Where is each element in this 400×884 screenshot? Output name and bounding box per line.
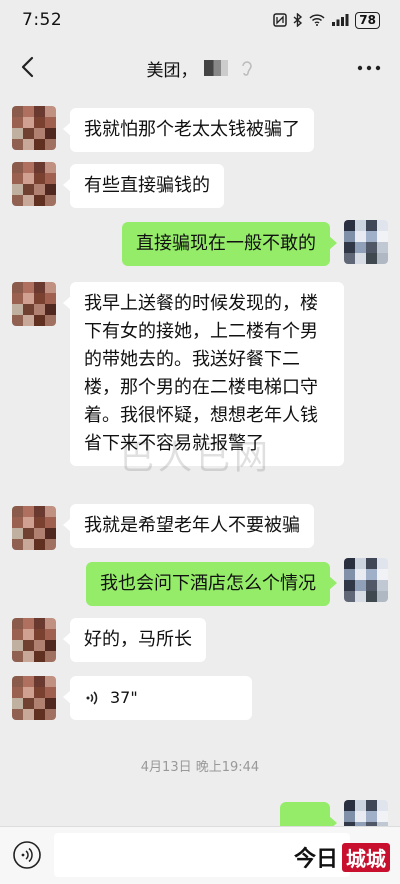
message-bubble-self[interactable]: 我也会问下酒店怎么个情况 <box>86 562 337 606</box>
input-bar: 今日 城城 <box>0 826 400 884</box>
message-bubble[interactable]: 我就是希望老年人不要被骗 <box>63 504 314 548</box>
status-bar: 7:52 78 <box>0 0 400 40</box>
message-bubble[interactable]: 好的，马所长 <box>63 618 206 662</box>
voice-wave-icon <box>86 691 98 705</box>
redacted-name <box>203 60 228 76</box>
self-avatar[interactable] <box>344 220 388 264</box>
message-timestamp: 4月13日 晚上19:44 <box>140 760 260 775</box>
back-arrow-icon[interactable] <box>14 52 44 82</box>
contact-avatar[interactable] <box>12 106 56 150</box>
chat-title: 美团， <box>147 56 254 81</box>
ear-icon <box>241 61 252 76</box>
bluetooth-icon <box>293 13 303 27</box>
status-time: 7:52 <box>22 10 63 30</box>
logo-seal: 城城 <box>342 842 390 872</box>
message-bubble-self[interactable]: 直接骗现在一般不敢的 <box>122 222 337 266</box>
signal-icon <box>332 14 349 26</box>
contact-avatar[interactable] <box>12 676 56 720</box>
battery-indicator: 78 <box>355 11 380 29</box>
chat-title-text: 美团， <box>146 60 198 81</box>
wifi-icon <box>309 14 325 26</box>
voice-duration: 37" <box>110 688 138 707</box>
news-logo: 今日 城城 <box>294 841 390 873</box>
nfc-icon <box>273 13 288 27</box>
message-bubble[interactable]: 我就怕那个老太太钱被骗了 <box>63 108 314 152</box>
message-bubble[interactable]: 我早上送餐的时候发现的，楼下有女的接她，上二楼有个男的带她去的。我送好餐下二楼，… <box>63 282 344 466</box>
self-avatar[interactable] <box>344 558 388 602</box>
message-bubble[interactable]: 有些直接骗钱的 <box>63 164 224 208</box>
logo-text: 今日 <box>293 846 338 872</box>
voice-input-icon[interactable] <box>12 840 42 870</box>
voice-message-bubble[interactable]: 37" <box>63 676 252 720</box>
more-options-icon[interactable] <box>356 58 382 78</box>
contact-avatar[interactable] <box>12 282 56 326</box>
chat-header: 美团， <box>0 40 400 96</box>
contact-avatar[interactable] <box>12 506 56 550</box>
contact-avatar[interactable] <box>12 162 56 206</box>
contact-avatar[interactable] <box>12 618 56 662</box>
status-icons: 78 <box>273 11 380 29</box>
chat-messages: 我就怕那个老太太钱被骗了 有些直接骗钱的 直接骗现在一般不敢的 我早上送餐的时候… <box>0 96 400 844</box>
